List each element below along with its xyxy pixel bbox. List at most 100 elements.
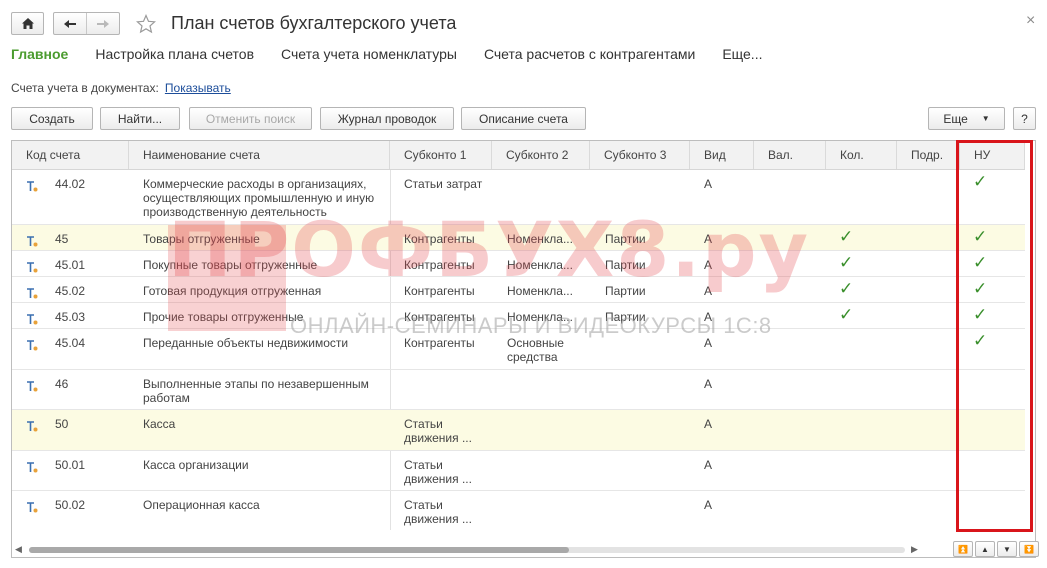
account-kind: А	[704, 310, 713, 324]
account-type-icon	[25, 331, 39, 355]
subconto1: Статьи движения ...	[404, 417, 472, 445]
col-quantity[interactable]: Кол.	[826, 141, 897, 169]
tab-plan-settings[interactable]: Настройка плана счетов	[95, 46, 254, 64]
account-type-icon	[25, 279, 39, 303]
account-name: Товары отгруженные	[143, 232, 260, 246]
subconto1: Статьи затрат	[404, 177, 483, 191]
subconto2	[507, 410, 592, 417]
down-icon: ▼	[1003, 544, 1011, 554]
title-bar: План счетов бухгалтерского учета ×	[0, 0, 1047, 44]
table-row[interactable]: 50.02 Операционная касса Статьи движения…	[12, 491, 1025, 530]
account-code: 50.01	[55, 458, 86, 472]
subconto2	[507, 451, 592, 458]
doc-accounts-label: Счета учета в документах:	[11, 81, 159, 95]
table-row[interactable]: 46 Выполненные этапы по незавершенным ра…	[12, 370, 1025, 410]
col-subconto1[interactable]: Субконто 1	[390, 141, 492, 169]
account-kind: А	[704, 336, 713, 350]
double-up-icon: ⏫	[958, 544, 968, 554]
col-subdivision[interactable]: Подр.	[897, 141, 960, 169]
account-type-icon	[25, 305, 39, 329]
back-button[interactable]	[54, 13, 87, 34]
account-code: 45	[55, 232, 69, 246]
account-name: Касса организации	[143, 458, 249, 472]
account-kind: А	[704, 377, 713, 391]
table-row[interactable]: 45 Товары отгруженные Контрагенты Номенк…	[12, 225, 1025, 251]
tab-nomenclature-accounts[interactable]: Счета учета номенклатуры	[281, 46, 457, 64]
double-down-icon: ⏬	[1024, 544, 1034, 554]
col-name[interactable]: Наименование счета	[129, 141, 390, 169]
subconto1: Контрагенты	[404, 232, 475, 246]
show-link[interactable]: Показывать	[165, 81, 231, 95]
doc-accounts-line: Счета учета в документах: Показывать	[11, 81, 231, 95]
cancel-search-button[interactable]: Отменить поиск	[189, 107, 312, 130]
subconto3: Партии	[605, 284, 646, 298]
account-type-icon	[25, 493, 39, 517]
find-button[interactable]: Найти...	[100, 107, 180, 130]
subconto3: Партии	[605, 232, 646, 246]
account-kind: А	[704, 258, 713, 272]
account-kind: А	[704, 417, 713, 431]
tab-counterparty-accounts[interactable]: Счета расчетов с контрагентами	[484, 46, 695, 64]
home-button[interactable]	[11, 12, 44, 35]
scroll-right-icon[interactable]: ▶	[911, 544, 918, 555]
account-kind: А	[704, 284, 713, 298]
col-code[interactable]: Код счета	[12, 141, 129, 169]
forward-button[interactable]	[87, 13, 119, 34]
accounts-table[interactable]: Код счета Наименование счета Субконто 1 …	[11, 140, 1036, 558]
col-subconto2[interactable]: Субконто 2	[492, 141, 590, 169]
more-label: Еще	[943, 111, 968, 126]
account-name: Операционная касса	[143, 498, 260, 512]
more-button[interactable]: Еще ▼	[928, 107, 1005, 130]
account-name: Выполненные этапы по незавершенным работ…	[143, 377, 369, 405]
table-row[interactable]: 50 Касса Статьи движения ... А	[12, 410, 1025, 451]
subconto2	[507, 170, 592, 177]
next-page-button[interactable]: ▼	[997, 541, 1017, 557]
quantity-check-icon: ✓	[839, 279, 854, 298]
subconto2: Номенкла...	[507, 232, 573, 246]
scroll-left-icon[interactable]: ◀	[15, 544, 22, 555]
table-row[interactable]: 45.02 Готовая продукция отгруженная Конт…	[12, 277, 1025, 303]
forward-arrow-icon	[97, 19, 109, 28]
tab-more[interactable]: Еще...	[722, 46, 762, 64]
create-button[interactable]: Создать	[11, 107, 93, 130]
subconto1: Статьи движения ...	[404, 458, 472, 486]
account-code: 50	[55, 417, 69, 431]
col-type[interactable]: Вид	[690, 141, 754, 169]
subconto1: Статьи движения ...	[404, 498, 472, 526]
first-page-button[interactable]: ⏫	[953, 541, 973, 557]
account-kind: А	[704, 458, 713, 472]
account-name: Коммерческие расходы в организациях, осу…	[143, 177, 375, 219]
account-type-icon	[25, 453, 39, 477]
table-row[interactable]: 50.01 Касса организации Статьи движения …	[12, 451, 1025, 491]
table-row[interactable]: 44.02 Коммерческие расходы в организация…	[12, 170, 1025, 225]
journal-button[interactable]: Журнал проводок	[320, 107, 454, 130]
scroll-thumb[interactable]	[29, 547, 569, 553]
account-description-button[interactable]: Описание счета	[461, 107, 586, 130]
subconto1: Контрагенты	[404, 258, 475, 272]
chevron-down-icon: ▼	[981, 114, 990, 123]
star-icon	[136, 14, 156, 34]
favorite-button[interactable]	[134, 12, 158, 36]
table-row[interactable]: 45.03 Прочие товары отгруженные Контраге…	[12, 303, 1025, 329]
table-row[interactable]: 45.01 Покупные товары отгруженные Контра…	[12, 251, 1025, 277]
account-code: 46	[55, 377, 69, 391]
table-body: 44.02 Коммерческие расходы в организация…	[12, 170, 1025, 530]
last-page-button[interactable]: ⏬	[1019, 541, 1039, 557]
account-kind: А	[704, 498, 713, 512]
horizontal-scrollbar[interactable]: ◀ ▶	[11, 543, 931, 557]
col-subconto3[interactable]: Субконто 3	[590, 141, 690, 169]
table-row[interactable]: 45.04 Переданные объекты недвижимости Ко…	[12, 329, 1025, 370]
section-tabs: Главное Настройка плана счетов Счета уче…	[11, 46, 789, 64]
help-button[interactable]: ?	[1013, 107, 1036, 130]
subconto1: Контрагенты	[404, 310, 475, 324]
close-icon[interactable]: ×	[1026, 12, 1035, 30]
account-kind: А	[704, 232, 713, 246]
account-type-icon	[25, 412, 39, 436]
quantity-check-icon: ✓	[839, 253, 854, 272]
col-currency[interactable]: Вал.	[754, 141, 826, 169]
subconto2: Основные средства	[507, 336, 564, 364]
quantity-check-icon: ✓	[839, 227, 854, 246]
tab-main[interactable]: Главное	[11, 46, 68, 64]
prev-page-button[interactable]: ▲	[975, 541, 995, 557]
home-icon	[21, 18, 34, 29]
